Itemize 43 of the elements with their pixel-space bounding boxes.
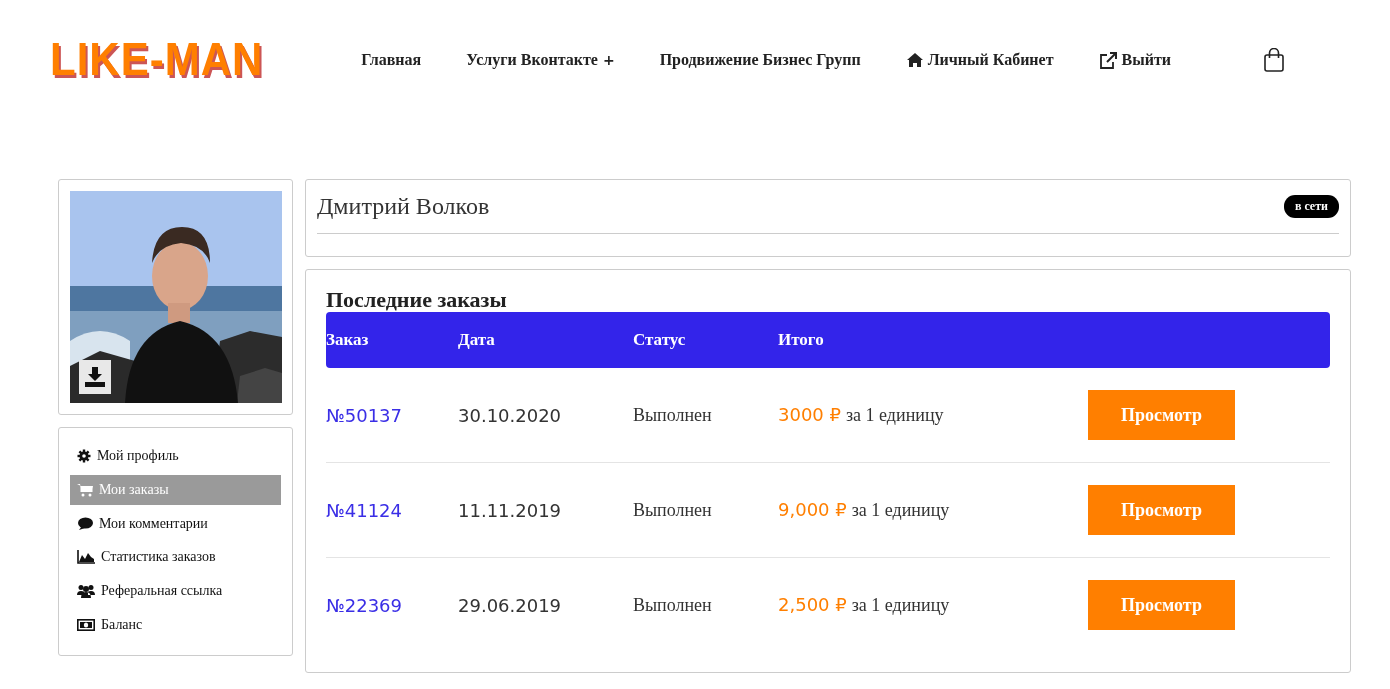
order-date: 29.06.2019 <box>458 594 563 616</box>
order-date: 30.10.2020 <box>458 404 563 426</box>
order-price: 2,500 ₽ <box>778 594 847 615</box>
user-name: Дмитрий Волков <box>317 193 490 220</box>
home-icon <box>906 53 923 67</box>
column-header: Статус <box>633 330 687 350</box>
order-status: Выполнен <box>633 499 713 521</box>
nav-link[interactable]: Личный Кабинет <box>906 51 1054 69</box>
nav-link[interactable]: Выйти <box>1098 51 1171 69</box>
banknote-icon <box>77 618 95 631</box>
order-price: 3000 ₽ <box>778 404 841 425</box>
order-status: Выполнен <box>633 404 713 426</box>
users-icon <box>77 584 95 598</box>
status-badge: в сети <box>1283 195 1339 218</box>
gear-icon <box>77 449 91 464</box>
sidebar-item[interactable]: Мой профиль <box>70 441 281 472</box>
download-icon <box>85 367 105 387</box>
order-link[interactable]: №41124 <box>326 499 458 521</box>
sidebar-item[interactable]: Статистика заказов <box>70 542 281 573</box>
cart-icon <box>77 483 93 497</box>
sidebar-item[interactable]: Реферальная ссылка <box>70 575 281 607</box>
order-date: 11.11.2019 <box>458 499 563 521</box>
column-header: Заказ <box>326 330 370 350</box>
external-link-icon <box>1098 51 1117 69</box>
order-quantity: за 1 единицу <box>846 405 944 426</box>
shopping-bag-icon[interactable] <box>1264 48 1284 72</box>
nav-link[interactable]: Продвижение Бизнес Групп <box>659 51 861 69</box>
download-button[interactable] <box>79 360 111 394</box>
order-link[interactable]: №50137 <box>326 404 458 426</box>
column-header: Дата <box>458 330 496 350</box>
order-quantity: за 1 единицу <box>851 500 950 521</box>
sidebar-item[interactable]: Баланс <box>70 609 281 641</box>
section-title: Последние заказы <box>326 288 508 312</box>
order-price: 9,000 ₽ <box>778 499 847 520</box>
nav-link[interactable]: Услуги Вконтакте + <box>466 51 615 69</box>
speech-bubble-icon <box>77 516 93 531</box>
nav-link[interactable]: Главная <box>361 51 422 69</box>
area-chart-icon <box>77 550 95 565</box>
order-link[interactable]: №22369 <box>326 594 458 616</box>
sidebar-item[interactable]: Мои комментарии <box>70 508 281 539</box>
order-status: Выполнен <box>633 594 713 616</box>
column-header: Итого <box>778 330 825 350</box>
order-quantity: за 1 единицу <box>851 595 950 616</box>
